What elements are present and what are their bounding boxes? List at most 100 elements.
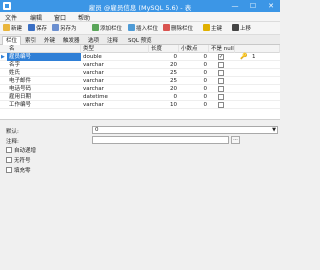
- tab-triggers[interactable]: 触发器: [59, 36, 84, 45]
- field-length-cell[interactable]: 0: [149, 53, 179, 61]
- toolbar: 新建 保存 另存为 添加栏位 插入栏位 删除栏位 主键 上移: [0, 22, 280, 35]
- field-decimals-cell[interactable]: 0: [179, 85, 209, 93]
- not-null-checkbox[interactable]: [218, 86, 224, 92]
- default-value: 0: [95, 127, 99, 133]
- field-decimals-cell[interactable]: 0: [179, 101, 209, 109]
- header-name[interactable]: 名: [7, 45, 81, 53]
- field-type-cell[interactable]: varchar: [81, 69, 149, 77]
- field-type-cell[interactable]: double: [81, 53, 149, 61]
- field-name-cell[interactable]: 工作编号: [7, 101, 81, 109]
- menu-file[interactable]: 文件: [5, 13, 17, 22]
- auto-increment-checkbox[interactable]: 自动递增: [6, 147, 36, 155]
- not-null-checkbox[interactable]: [218, 70, 224, 76]
- tab-foreign-keys[interactable]: 外键: [40, 36, 59, 45]
- tab-indexes[interactable]: 索引: [21, 36, 40, 45]
- insert-field-button[interactable]: 插入栏位: [128, 24, 158, 33]
- chevron-down-icon: ▼: [272, 127, 276, 133]
- default-label: 默认:: [6, 129, 19, 135]
- add-field-button[interactable]: 添加栏位: [92, 24, 122, 33]
- field-length-cell[interactable]: 25: [149, 77, 179, 85]
- tab-options[interactable]: 选项: [84, 36, 103, 45]
- not-null-checkbox[interactable]: [218, 94, 224, 100]
- field-decimals-cell[interactable]: 0: [179, 69, 209, 77]
- field-length-cell[interactable]: 25: [149, 69, 179, 77]
- field-type-cell[interactable]: varchar: [81, 77, 149, 85]
- field-name-cell[interactable]: 名字: [7, 61, 81, 69]
- new-button[interactable]: 新建: [3, 24, 22, 33]
- move-up-label: 上移: [240, 26, 252, 32]
- save-as-button[interactable]: 另存为: [52, 24, 77, 33]
- field-type-cell[interactable]: datetime: [81, 93, 149, 101]
- key-icon: [203, 24, 210, 31]
- not-null-checkbox[interactable]: ✓: [218, 54, 224, 60]
- new-table-icon: [3, 24, 10, 31]
- unsigned-checkbox[interactable]: 无符号: [6, 157, 31, 165]
- delete-field-button[interactable]: 删除栏位: [163, 24, 193, 33]
- comment-ellipsis-button[interactable]: ...: [231, 136, 240, 144]
- tab-sql-preview[interactable]: SQL 预览: [124, 36, 156, 45]
- add-field-label: 添加栏位: [100, 26, 123, 32]
- field-decimals-cell[interactable]: 0: [179, 53, 209, 61]
- not-null-checkbox[interactable]: [218, 78, 224, 84]
- comment-label: 注释:: [6, 139, 19, 145]
- header-key: [235, 45, 280, 53]
- table-row[interactable]: 电子邮件 varchar 25 0: [0, 77, 280, 85]
- table-row[interactable]: 工作编号 varchar 10 0: [0, 101, 280, 109]
- fields-grid: 名 类型 长度 小数点 不是 null ▶ 雇员编号 double 0 0 ✓ 🔑 1 名字 va…: [0, 45, 280, 120]
- move-up-button[interactable]: 上移: [232, 24, 251, 33]
- field-decimals-cell[interactable]: 0: [179, 77, 209, 85]
- grid-header: 名 类型 长度 小数点 不是 null: [0, 45, 280, 53]
- zerofill-checkbox[interactable]: 填充零: [6, 167, 31, 175]
- field-decimals-cell[interactable]: 0: [179, 93, 209, 101]
- field-name-cell[interactable]: 雇员编号: [7, 53, 81, 61]
- insert-field-icon: [128, 24, 135, 31]
- not-null-checkbox[interactable]: [218, 62, 224, 68]
- save-button[interactable]: 保存: [28, 24, 47, 33]
- table-row[interactable]: 姓氏 varchar 25 0: [0, 69, 280, 77]
- field-name-cell[interactable]: 姓氏: [7, 69, 81, 77]
- maximize-button[interactable]: ☐: [244, 0, 262, 12]
- field-name-cell[interactable]: 电话号码: [7, 85, 81, 93]
- header-length[interactable]: 长度: [149, 45, 179, 53]
- menu-window[interactable]: 窗口: [54, 13, 66, 22]
- primary-key-button[interactable]: 主键: [203, 24, 222, 33]
- save-icon: [28, 24, 35, 31]
- table-row[interactable]: 电话号码 varchar 20 0: [0, 85, 280, 93]
- save-as-icon: [52, 24, 59, 31]
- delete-field-label: 删除栏位: [171, 26, 194, 32]
- new-label: 新建: [11, 26, 23, 32]
- tab-fields[interactable]: 栏位: [2, 36, 22, 45]
- header-decimals[interactable]: 小数点: [179, 45, 209, 53]
- not-null-checkbox[interactable]: [218, 102, 224, 108]
- primary-key-number: 1: [252, 54, 256, 60]
- table-row[interactable]: 名字 varchar 20 0: [0, 61, 280, 69]
- save-label: 保存: [36, 26, 48, 32]
- title-bar: 雇员 @雇员信息 (MySQL 5.6) - 表 — ☐ ✕: [0, 0, 280, 12]
- arrow-up-icon: [232, 24, 239, 31]
- header-not-null[interactable]: 不是 null: [209, 45, 235, 53]
- field-length-cell[interactable]: 20: [149, 61, 179, 69]
- field-type-cell[interactable]: varchar: [81, 85, 149, 93]
- field-decimals-cell[interactable]: 0: [179, 61, 209, 69]
- menu-edit[interactable]: 编辑: [30, 13, 42, 22]
- comment-input[interactable]: [92, 136, 229, 144]
- field-name-cell[interactable]: 雇用日期: [7, 93, 81, 101]
- delete-field-icon: [163, 24, 170, 31]
- field-length-cell[interactable]: 10: [149, 101, 179, 109]
- default-dropdown[interactable]: 0 ▼: [92, 126, 278, 134]
- menu-help[interactable]: 帮助: [78, 13, 90, 22]
- tab-comment[interactable]: 注释: [103, 36, 122, 45]
- table-row[interactable]: ▶ 雇员编号 double 0 0 ✓ 🔑 1: [0, 53, 280, 61]
- field-type-cell[interactable]: varchar: [81, 61, 149, 69]
- header-type[interactable]: 类型: [81, 45, 149, 53]
- field-length-cell[interactable]: 20: [149, 85, 179, 93]
- unsigned-label: 无符号: [14, 158, 31, 164]
- save-as-label: 另存为: [60, 26, 77, 32]
- field-type-cell[interactable]: varchar: [81, 101, 149, 109]
- field-name-cell[interactable]: 电子邮件: [7, 77, 81, 85]
- minimize-button[interactable]: —: [226, 0, 244, 12]
- field-length-cell[interactable]: 0: [149, 93, 179, 101]
- close-button[interactable]: ✕: [262, 0, 280, 12]
- table-row[interactable]: 雇用日期 datetime 0 0: [0, 93, 280, 101]
- zerofill-label: 填充零: [14, 168, 31, 174]
